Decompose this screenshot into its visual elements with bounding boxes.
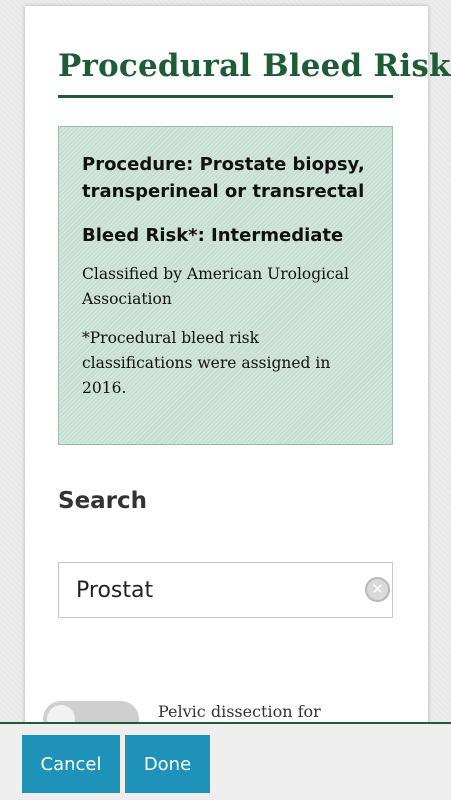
search-heading: Search bbox=[58, 488, 148, 514]
done-button[interactable]: Done bbox=[125, 735, 210, 793]
classification-source-text: Classified by American Urological Associ… bbox=[82, 265, 350, 308]
footer-bar: Cancel Done bbox=[0, 722, 451, 800]
cancel-button[interactable]: Cancel bbox=[22, 735, 120, 793]
main-card: Procedural Bleed Risk Procedure: Prostat… bbox=[25, 6, 450, 800]
procedure-text: Procedure: Prostate biopsy, transperinea… bbox=[82, 154, 365, 202]
classification-note-text: *Procedural bleed risk classifications w… bbox=[82, 329, 331, 397]
bleed-risk-info-box: Procedure: Prostate biopsy, transperinea… bbox=[58, 126, 393, 445]
result-label: Pelvic dissection for bbox=[158, 702, 321, 721]
search-input[interactable]: Prostat ✕ bbox=[58, 562, 393, 618]
search-input-value[interactable]: Prostat bbox=[76, 578, 153, 603]
clear-search-icon[interactable]: ✕ bbox=[365, 577, 390, 602]
page-title: Procedural Bleed Risk bbox=[58, 48, 451, 84]
bleed-risk-text: Bleed Risk*: Intermediate bbox=[82, 225, 344, 246]
title-divider bbox=[58, 95, 393, 98]
